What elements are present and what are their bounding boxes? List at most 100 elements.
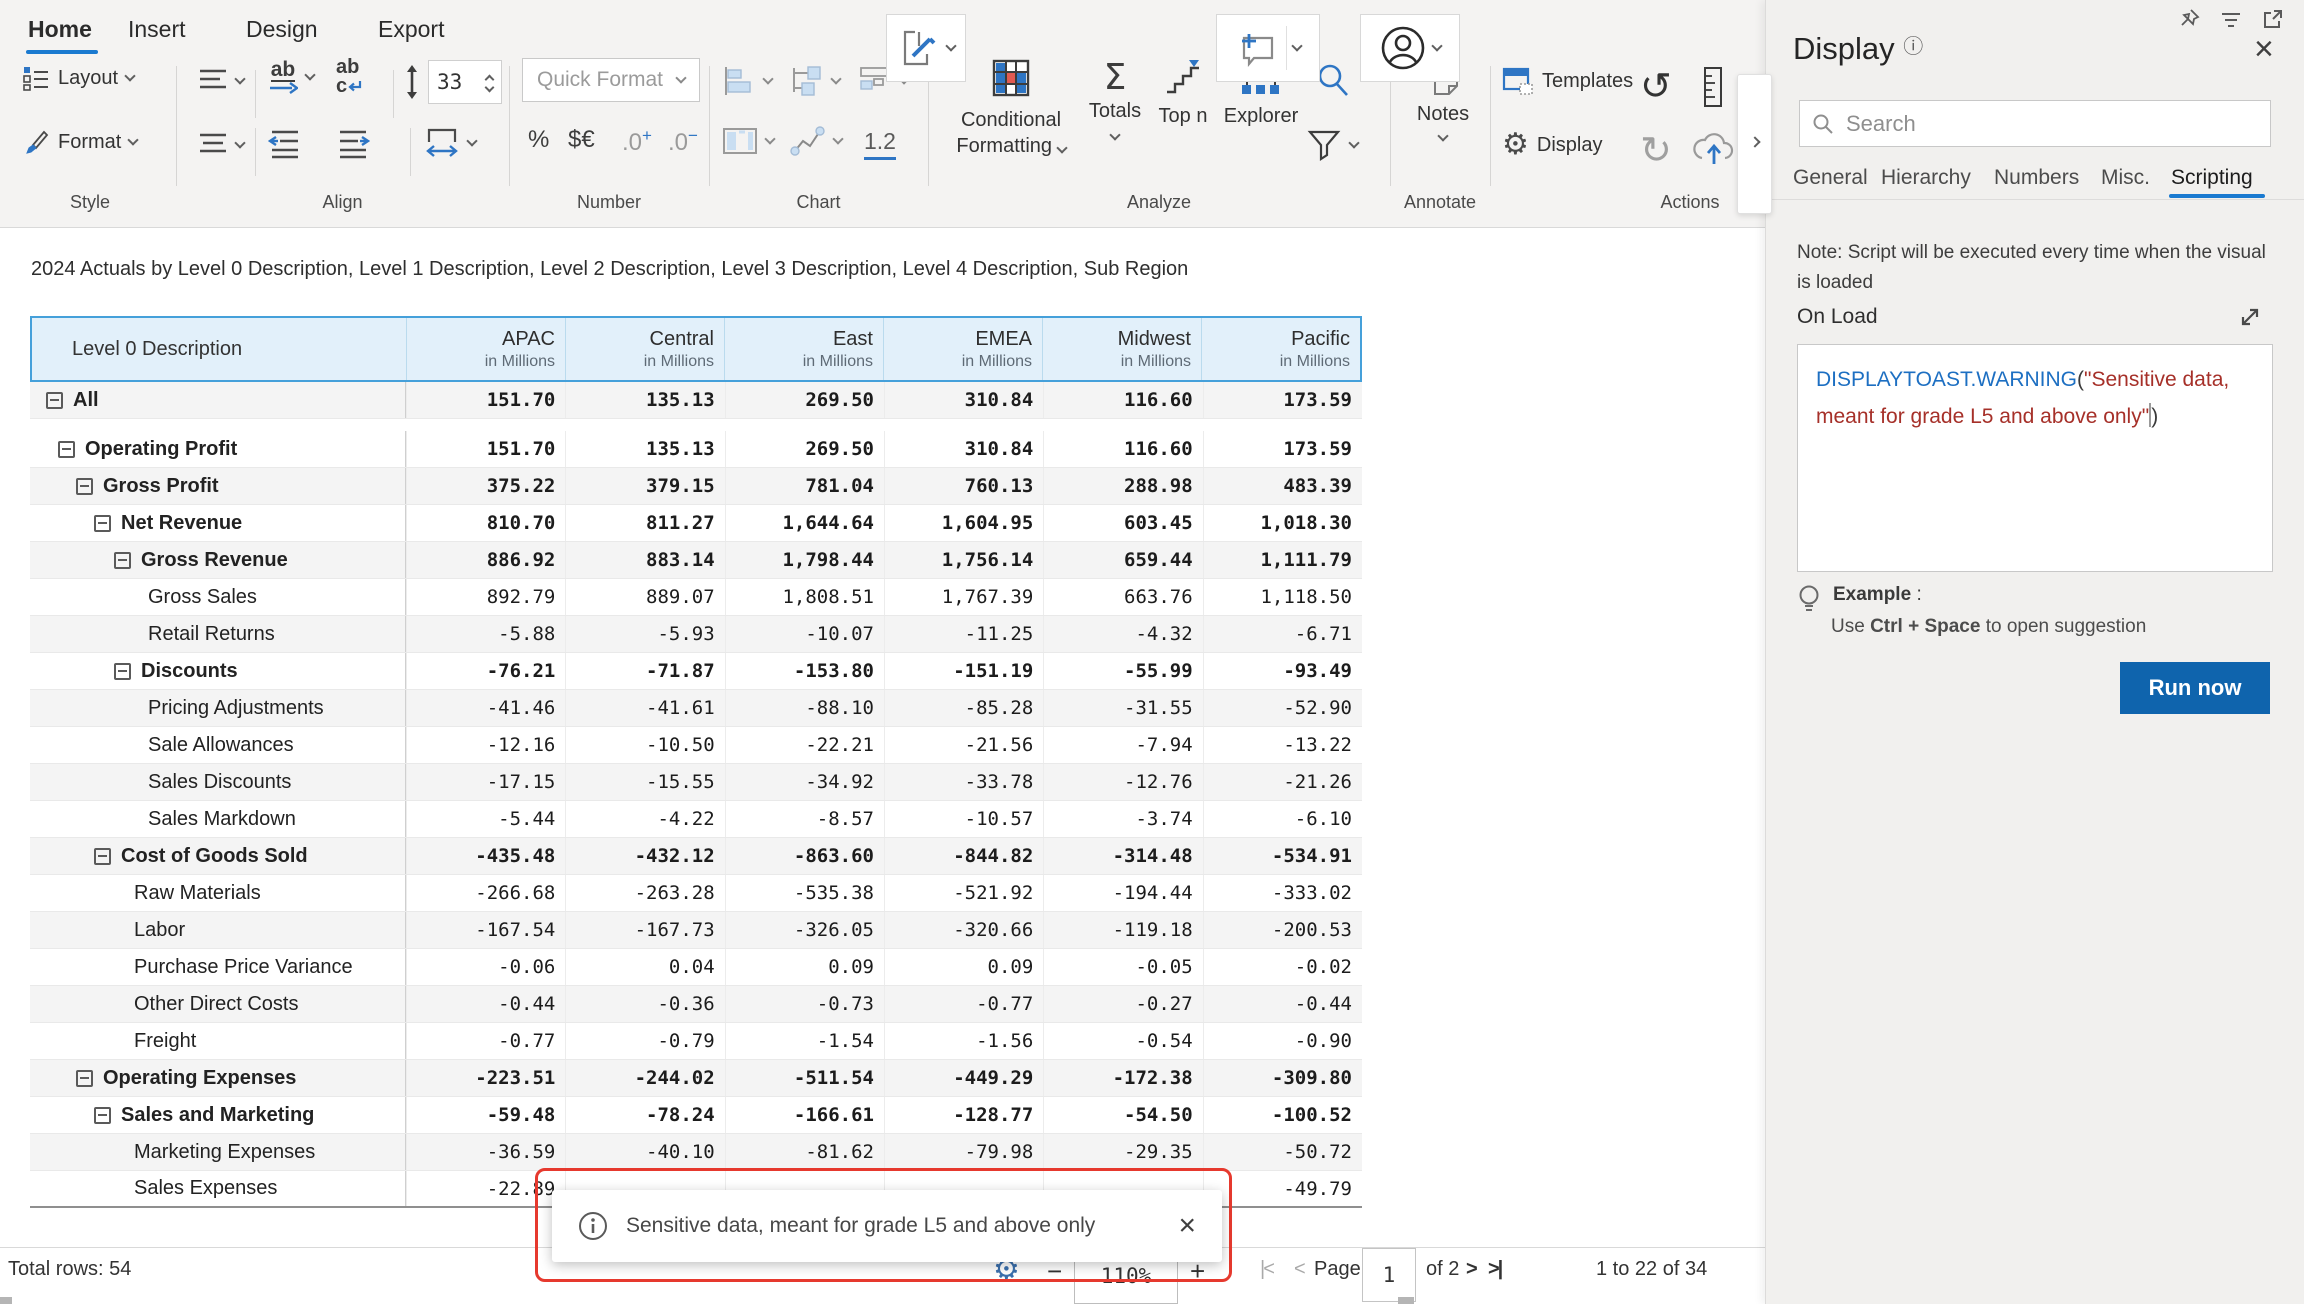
collapse-icon[interactable] (46, 392, 63, 409)
table-row[interactable]: Pricing Adjustments-41.46-41.61-88.10-85… (30, 690, 1362, 727)
table-row[interactable]: Net Revenue810.70811.271,644.641,604.956… (30, 505, 1362, 542)
tab-design[interactable]: Design (246, 16, 318, 43)
row-height-stepper[interactable]: 33 (428, 60, 502, 104)
search-input[interactable] (1844, 110, 2258, 138)
collapse-icon[interactable] (114, 552, 131, 569)
table-row[interactable]: Labor-167.54-167.73-326.05-320.66-119.18… (30, 912, 1362, 949)
resize-handle[interactable] (1398, 1297, 1414, 1304)
tab-insert[interactable]: Insert (128, 16, 186, 43)
table-row[interactable]: Marketing Expenses-36.59-40.10-81.62-79.… (30, 1134, 1362, 1171)
collapse-icon[interactable] (58, 441, 75, 458)
table-row[interactable]: Gross Revenue886.92883.141,798.441,756.1… (30, 542, 1362, 579)
first-page-button[interactable]: |< (1260, 1258, 1273, 1281)
table-row[interactable]: Raw Materials-266.68-263.28-535.38-521.9… (30, 875, 1362, 912)
header-label-cell[interactable]: Level 0 Description (32, 318, 406, 380)
tab-numbers[interactable]: Numbers (1994, 166, 2079, 190)
tab-scripting[interactable]: Scripting (2171, 166, 2253, 190)
hierarchy-chart-button[interactable] (790, 64, 840, 98)
add-comment-button[interactable] (1216, 14, 1320, 82)
edit-visual-button[interactable] (886, 14, 966, 82)
cloud-upload-icon[interactable] (1692, 132, 1736, 166)
column-width-button[interactable] (424, 126, 476, 160)
table-row[interactable]: Sales Discounts-17.15-15.55-34.92-33.78-… (30, 764, 1362, 801)
templates-button[interactable]: Templates (1502, 66, 1633, 96)
display-button[interactable]: ⚙ Display (1502, 130, 1602, 160)
chevron-down-icon[interactable] (485, 82, 495, 92)
add-decimal-button[interactable]: .0+ (622, 126, 652, 157)
tab-home[interactable]: Home (28, 16, 92, 43)
next-page-button[interactable]: > (1466, 1258, 1478, 1281)
table-row[interactable]: Gross Sales892.79889.071,808.511,767.396… (30, 579, 1362, 616)
panel-close-icon[interactable]: × (2254, 32, 2274, 66)
collapse-icon[interactable] (94, 515, 111, 532)
collapse-icon[interactable] (94, 848, 111, 865)
line-chart-button[interactable] (790, 124, 842, 158)
collapse-icon[interactable] (114, 663, 131, 680)
panel-search[interactable] (1799, 100, 2271, 147)
table-row[interactable]: Retail Returns-5.88-5.93-10.07-11.25-4.3… (30, 616, 1362, 653)
filter-button[interactable] (1306, 128, 1358, 162)
table-row[interactable]: Sales and Marketing-59.48-78.24-166.61-1… (30, 1097, 1362, 1134)
top-n-button[interactable]: Top n (1152, 58, 1214, 128)
last-page-button[interactable]: >| (1488, 1258, 1501, 1281)
totals-button[interactable]: Σ Totals (1082, 58, 1148, 144)
undo-icon[interactable]: ↺ (1640, 64, 1672, 108)
table-header[interactable]: Level 0 Description APACin Millions Cent… (30, 316, 1362, 382)
previous-page-button[interactable]: < (1294, 1258, 1306, 1281)
table-row[interactable]: Sales Markdown-5.44-4.22-8.57-10.57-3.74… (30, 801, 1362, 838)
outdent-button[interactable] (268, 128, 302, 160)
header-col-emea[interactable]: EMEAin Millions (883, 318, 1042, 380)
ruler-icon[interactable] (1700, 66, 1726, 108)
table-row[interactable]: Purchase Price Variance-0.060.040.090.09… (30, 949, 1362, 986)
header-col-apac[interactable]: APACin Millions (406, 318, 565, 380)
table-row[interactable]: Sale Allowances-12.16-10.50-22.21-21.56-… (30, 727, 1362, 764)
script-editor[interactable]: DISPLAYTOAST.WARNING("Sensitive data, me… (1797, 344, 2273, 572)
pin-icon[interactable] (2178, 8, 2200, 30)
vertical-align-button[interactable] (198, 68, 244, 94)
remove-decimal-button[interactable]: .0− (668, 126, 698, 157)
resize-handle[interactable] (0, 1297, 12, 1304)
panel-expander[interactable] (1737, 74, 1772, 214)
filter-lines-icon[interactable] (2220, 8, 2242, 30)
header-col-pacific[interactable]: Pacificin Millions (1201, 318, 1360, 380)
quick-format-select[interactable]: Quick Format (522, 58, 700, 102)
text-direction-button[interactable]: ab (268, 60, 314, 94)
wrap-text-button[interactable]: ab c (336, 58, 363, 96)
run-now-button[interactable]: Run now (2120, 662, 2270, 714)
header-col-midwest[interactable]: Midwestin Millions (1042, 318, 1201, 380)
header-col-central[interactable]: Centralin Millions (565, 318, 724, 380)
tab-general[interactable]: General (1793, 166, 1868, 190)
indent-button[interactable] (336, 128, 370, 160)
header-col-east[interactable]: Eastin Millions (724, 318, 883, 380)
tab-hierarchy[interactable]: Hierarchy (1881, 166, 1971, 190)
collapse-icon[interactable] (76, 1070, 93, 1087)
expand-editor-icon[interactable] (2238, 305, 2262, 329)
tab-export[interactable]: Export (378, 16, 444, 43)
tab-misc[interactable]: Misc. (2101, 166, 2150, 190)
table-row[interactable]: Operating Expenses-223.51-244.02-511.54-… (30, 1060, 1362, 1097)
bar-chart-button[interactable] (722, 64, 772, 98)
horizontal-align-button[interactable] (198, 132, 244, 158)
layout-button[interactable]: Layout (22, 64, 134, 92)
table-row[interactable]: Cost of Goods Sold-435.48-432.12-863.60-… (30, 838, 1362, 875)
table-row[interactable]: Other Direct Costs-0.44-0.36-0.73-0.77-0… (30, 986, 1362, 1023)
table-chart-button[interactable] (722, 126, 774, 156)
collapse-icon[interactable] (94, 1107, 111, 1124)
currency-format-button[interactable]: $€ (568, 126, 595, 154)
decimal-format-button[interactable]: 1.2 (864, 128, 896, 160)
format-button[interactable]: Format (22, 128, 137, 156)
toast-close-icon[interactable]: × (1178, 1211, 1196, 1241)
account-button[interactable] (1360, 14, 1460, 82)
table-row[interactable]: Gross Profit375.22379.15781.04760.13288.… (30, 468, 1362, 505)
redo-icon[interactable]: ↻ (1640, 128, 1672, 172)
toast-notification[interactable]: Sensitive data, meant for grade L5 and a… (552, 1190, 1222, 1262)
popout-icon[interactable] (2262, 8, 2284, 30)
page-number-input[interactable]: 1 (1362, 1248, 1416, 1302)
table-row[interactable]: All151.70135.13269.50310.84116.60173.59 (30, 382, 1362, 419)
percent-format-button[interactable]: % (528, 126, 549, 154)
table-row[interactable]: Freight-0.77-0.79-1.54-1.56-0.54-0.90 (30, 1023, 1362, 1060)
table-row[interactable]: Discounts-76.21-71.87-153.80-151.19-55.9… (30, 653, 1362, 690)
table-row[interactable]: Operating Profit151.70135.13269.50310.84… (30, 431, 1362, 468)
row-height-value[interactable]: 33 (437, 70, 462, 94)
collapse-icon[interactable] (76, 478, 93, 495)
